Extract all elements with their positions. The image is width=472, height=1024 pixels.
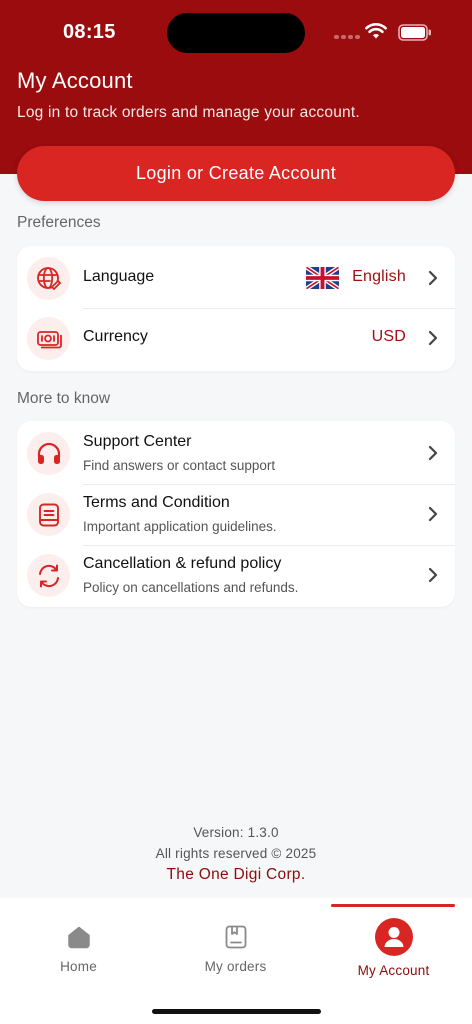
terms-row[interactable]: Terms and Condition Important applicatio… [17,484,455,544]
currency-value: USD [371,328,406,345]
status-time: 08:15 [63,21,116,43]
orders-icon [225,925,246,949]
currency-row[interactable]: Currency USD [17,308,455,368]
tab-my-orders-label: My orders [204,959,267,974]
app-version: Version: 1.3.0 [193,825,279,840]
account-icon [374,918,413,956]
status-bar: 08:15 [0,0,472,62]
dynamic-island [167,13,305,53]
refresh-icon [27,554,70,597]
chevron-right-icon [428,270,438,286]
terms-subtitle: Important application guidelines. [83,519,277,534]
more-to-know-card: Support Center Find answers or contact s… [17,421,455,607]
headphones-icon [27,432,70,475]
currency-icon [27,317,70,360]
page-title: My Account [17,68,133,93]
chevron-right-icon [428,506,438,522]
home-icon [67,926,90,949]
support-center-subtitle: Find answers or contact support [83,458,276,473]
more-to-know-label: More to know [17,390,111,407]
active-tab-indicator [331,904,455,907]
preferences-label: Preferences [17,214,101,231]
bottom-tab-bar: Home My orders My Account [0,898,472,1024]
cancellation-row[interactable]: Cancellation & refund policy Policy on c… [17,545,455,605]
chevron-right-icon [428,567,438,583]
wifi-icon [365,23,387,39]
home-indicator [152,1009,321,1014]
terms-title: Terms and Condition [83,494,230,511]
currency-title: Currency [83,328,148,345]
tab-home[interactable]: Home [0,898,157,998]
language-row[interactable]: Language English [17,248,455,308]
battery-icon [398,24,431,41]
page-subtitle: Log in to track orders and manage your a… [17,104,360,121]
uk-flag-icon [306,267,339,289]
chevron-right-icon [428,330,438,346]
cancellation-title: Cancellation & refund policy [83,555,282,572]
language-value: English [352,268,406,285]
cancellation-subtitle: Policy on cancellations and refunds. [83,580,299,595]
tab-my-account[interactable]: My Account [315,898,472,998]
language-title: Language [83,268,155,285]
support-center-title: Support Center [83,433,192,450]
support-center-row[interactable]: Support Center Find answers or contact s… [17,423,455,483]
chevron-right-icon [428,445,438,461]
globe-icon [27,257,70,300]
cellular-signal-icon [334,35,360,39]
tab-my-account-label: My Account [357,963,430,978]
company-name: The One Digi Corp. [166,866,306,883]
preferences-card: Language English Currency USD [17,246,455,371]
login-button[interactable]: Login or Create Account [17,146,455,201]
copyright-text: All rights reserved © 2025 [155,846,317,861]
tab-my-orders[interactable]: My orders [157,898,314,998]
tab-home-label: Home [60,959,97,974]
document-icon [27,493,70,536]
